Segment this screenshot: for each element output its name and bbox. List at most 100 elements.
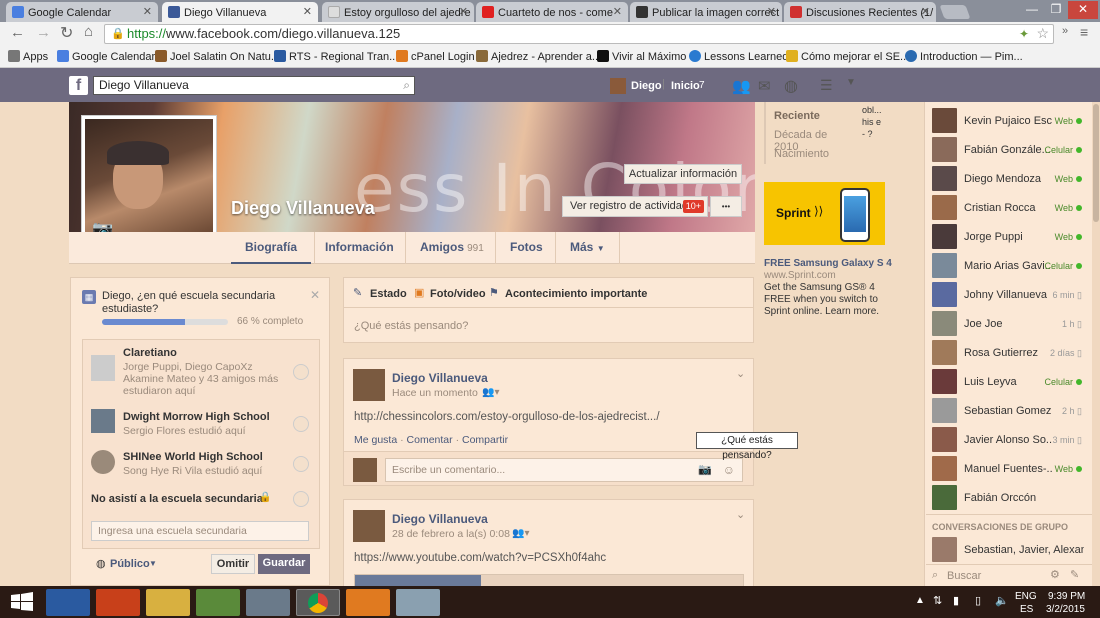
word-icon[interactable] bbox=[46, 589, 90, 616]
close-icon[interactable]: ✕ bbox=[459, 5, 468, 18]
tab-google-calendar[interactable]: Google Calendar ✕ bbox=[6, 2, 158, 22]
tab-discusiones-recientes[interactable]: Discusiones Recientes (1/✕ bbox=[784, 2, 936, 22]
chevron-down-icon[interactable]: ⌄ bbox=[736, 508, 745, 521]
activity-log-button[interactable]: Ver registro de actividad 10+ bbox=[562, 196, 708, 217]
new-tab-button[interactable] bbox=[939, 5, 971, 19]
clock-date[interactable]: 3/2/2015 bbox=[1046, 604, 1085, 615]
language-layout[interactable]: ES bbox=[1020, 604, 1033, 615]
camera-icon[interactable]: 📷 bbox=[698, 459, 712, 481]
like-button[interactable]: Me gusta bbox=[354, 434, 397, 446]
chat-friend-item[interactable]: Luis Leyva Celular bbox=[932, 369, 1082, 395]
chat-friend-item[interactable]: Rosa Gutierrez 2 días ▯ bbox=[932, 340, 1082, 366]
chat-friend-item[interactable]: Fabián Orccón bbox=[932, 485, 1082, 511]
close-icon[interactable]: ✕ bbox=[303, 5, 312, 18]
compose-icon[interactable]: ✎ bbox=[1070, 568, 1079, 581]
extension-icon[interactable]: ✦ bbox=[1019, 25, 1029, 43]
volume-icon[interactable]: 🔈 bbox=[995, 594, 1009, 607]
scrollbar-thumb[interactable] bbox=[1093, 104, 1099, 222]
ad-image[interactable]: Sprint ⟩⟩ bbox=[764, 182, 885, 245]
chat-friend-item[interactable]: Fabián Gonzále... Celular bbox=[932, 137, 1082, 163]
close-icon[interactable]: ✕ bbox=[921, 5, 930, 18]
scrubber-recent[interactable]: Reciente bbox=[774, 110, 820, 122]
ad-title[interactable]: FREE Samsung Galaxy S 4 bbox=[764, 258, 892, 269]
chevron-down-icon[interactable]: ▼ bbox=[149, 559, 157, 568]
bookmark-cpanel[interactable]: cPanel Login bbox=[396, 50, 475, 63]
safari-icon[interactable] bbox=[246, 589, 290, 616]
bookmark-joel-salatin[interactable]: Joel Salatin On Natu... bbox=[155, 50, 280, 63]
back-icon[interactable]: ← bbox=[10, 24, 25, 41]
tab-more[interactable]: Más ▼ bbox=[555, 232, 620, 264]
chat-friend-item[interactable]: Cristian Rocca Web bbox=[932, 195, 1082, 221]
media-player-icon[interactable] bbox=[346, 589, 390, 616]
extensions-overflow-icon[interactable]: » bbox=[1062, 25, 1068, 37]
books-app-icon[interactable] bbox=[196, 589, 240, 616]
post-timestamp[interactable]: 28 de febrero a la(s) 0:08 bbox=[392, 528, 510, 540]
tab-cuarteto-de-nos[interactable]: Cuarteto de nos - come ✕ bbox=[476, 2, 628, 22]
tab-friends[interactable]: Amigos 991 bbox=[405, 232, 498, 264]
reload-icon[interactable]: ↻ bbox=[60, 23, 73, 43]
network-icon[interactable]: ⇅ bbox=[933, 594, 942, 607]
notifications-globe-icon[interactable]: ◍ bbox=[784, 76, 798, 96]
calculator-icon[interactable] bbox=[396, 589, 440, 616]
bookmark-introduction[interactable]: Introduction — Pim... bbox=[905, 50, 1023, 63]
avatar[interactable] bbox=[353, 510, 385, 542]
forward-icon[interactable]: → bbox=[36, 24, 51, 41]
home-link[interactable]: Inicio bbox=[671, 80, 700, 92]
chat-friend-item[interactable]: Johny Villanueva 6 min ▯ bbox=[932, 282, 1082, 308]
minimize-button[interactable]: — bbox=[1020, 1, 1044, 19]
chat-friend-item[interactable]: Manuel Fuentes-... Web bbox=[932, 456, 1082, 482]
bookmark-star-icon[interactable]: ☆ bbox=[1036, 24, 1049, 42]
profile-picture-frame[interactable]: 📷 bbox=[81, 115, 217, 249]
comment-input[interactable]: Escribe un comentario... 📷 ☺ bbox=[385, 458, 743, 482]
facebook-logo-icon[interactable]: f bbox=[69, 76, 88, 95]
avatar[interactable] bbox=[353, 369, 385, 401]
audience-icon[interactable]: 👥▾ bbox=[512, 528, 529, 539]
bookmark-apps[interactable]: Apps bbox=[8, 50, 48, 63]
powerpoint-icon[interactable] bbox=[96, 589, 140, 616]
gear-icon[interactable]: ⚙ bbox=[1050, 568, 1060, 581]
update-info-button[interactable]: Actualizar información bbox=[624, 164, 742, 184]
close-icon[interactable]: ✕ bbox=[310, 288, 320, 302]
composer-status-tab[interactable]: Estado bbox=[370, 288, 407, 300]
no-school-radio[interactable] bbox=[293, 491, 309, 507]
tab-diego-villanueva[interactable]: Diego Villanueva ✕ bbox=[162, 2, 318, 22]
close-window-button[interactable]: ✕ bbox=[1068, 1, 1098, 19]
battery-icon[interactable]: ▯ bbox=[975, 594, 981, 607]
post-link[interactable]: https://www.youtube.com/watch?v=PCSXh0f4… bbox=[354, 552, 606, 564]
tray-overflow-icon[interactable]: ▲ bbox=[915, 595, 925, 606]
save-button[interactable]: Guardar bbox=[258, 554, 310, 574]
chat-friend-item[interactable]: Joe Joe 1 h ▯ bbox=[932, 311, 1082, 337]
clock-time[interactable]: 9:39 PM bbox=[1048, 591, 1085, 602]
chrome-icon[interactable] bbox=[296, 589, 340, 616]
comment-button[interactable]: Comentar bbox=[407, 434, 453, 446]
school-radio[interactable] bbox=[293, 416, 309, 432]
audience-icon[interactable]: 👥▾ bbox=[482, 387, 499, 398]
privacy-selector[interactable]: Público bbox=[110, 558, 150, 570]
file-explorer-icon[interactable] bbox=[146, 589, 190, 616]
tab-publicar-imagen[interactable]: Publicar la imagen correct ✕ bbox=[630, 2, 782, 22]
friend-requests-icon[interactable]: 👥 bbox=[732, 77, 751, 95]
messages-icon[interactable]: ✉ bbox=[758, 77, 771, 95]
chat-friend-item[interactable]: Jorge Puppi Web bbox=[932, 224, 1082, 250]
post-link[interactable]: http://chessincolors.com/estoy-orgulloso… bbox=[354, 411, 660, 423]
profile-name[interactable]: Diego Villanueva bbox=[231, 198, 375, 219]
profile-link[interactable]: Diego bbox=[631, 80, 662, 92]
page-scrollbar[interactable] bbox=[1092, 102, 1100, 586]
home-icon[interactable]: ⌂ bbox=[84, 23, 93, 40]
bookmark-ajedrez[interactable]: Ajedrez - Aprender a... bbox=[476, 50, 601, 63]
close-icon[interactable]: ✕ bbox=[613, 5, 622, 18]
group-conversation-item[interactable]: Sebastian, Javier, Alexan... bbox=[932, 537, 1084, 563]
close-icon[interactable]: ✕ bbox=[143, 5, 152, 18]
composer-event-tab[interactable]: Acontecimiento importante bbox=[505, 288, 647, 300]
post-author[interactable]: Diego Villanueva bbox=[392, 512, 488, 526]
share-button[interactable]: Compartir bbox=[462, 434, 508, 446]
composer-input[interactable]: ¿Qué estás pensando? bbox=[354, 320, 468, 332]
bookmark-vivir[interactable]: Vivir al Máximo bbox=[597, 50, 686, 63]
address-bar[interactable]: 🔒 https://www.facebook.com/diego.villanu… bbox=[104, 24, 1054, 44]
chat-friend-item[interactable]: Mario Arias Gavi... Celular bbox=[932, 253, 1082, 279]
school-name[interactable]: Dwight Morrow High School bbox=[123, 411, 270, 423]
ad-domain[interactable]: www.Sprint.com bbox=[764, 270, 836, 281]
start-button[interactable] bbox=[10, 592, 34, 612]
search-icon[interactable]: ⌕ bbox=[403, 77, 410, 94]
chat-search[interactable]: ⌕ Buscar ⚙ ✎ bbox=[926, 564, 1092, 586]
